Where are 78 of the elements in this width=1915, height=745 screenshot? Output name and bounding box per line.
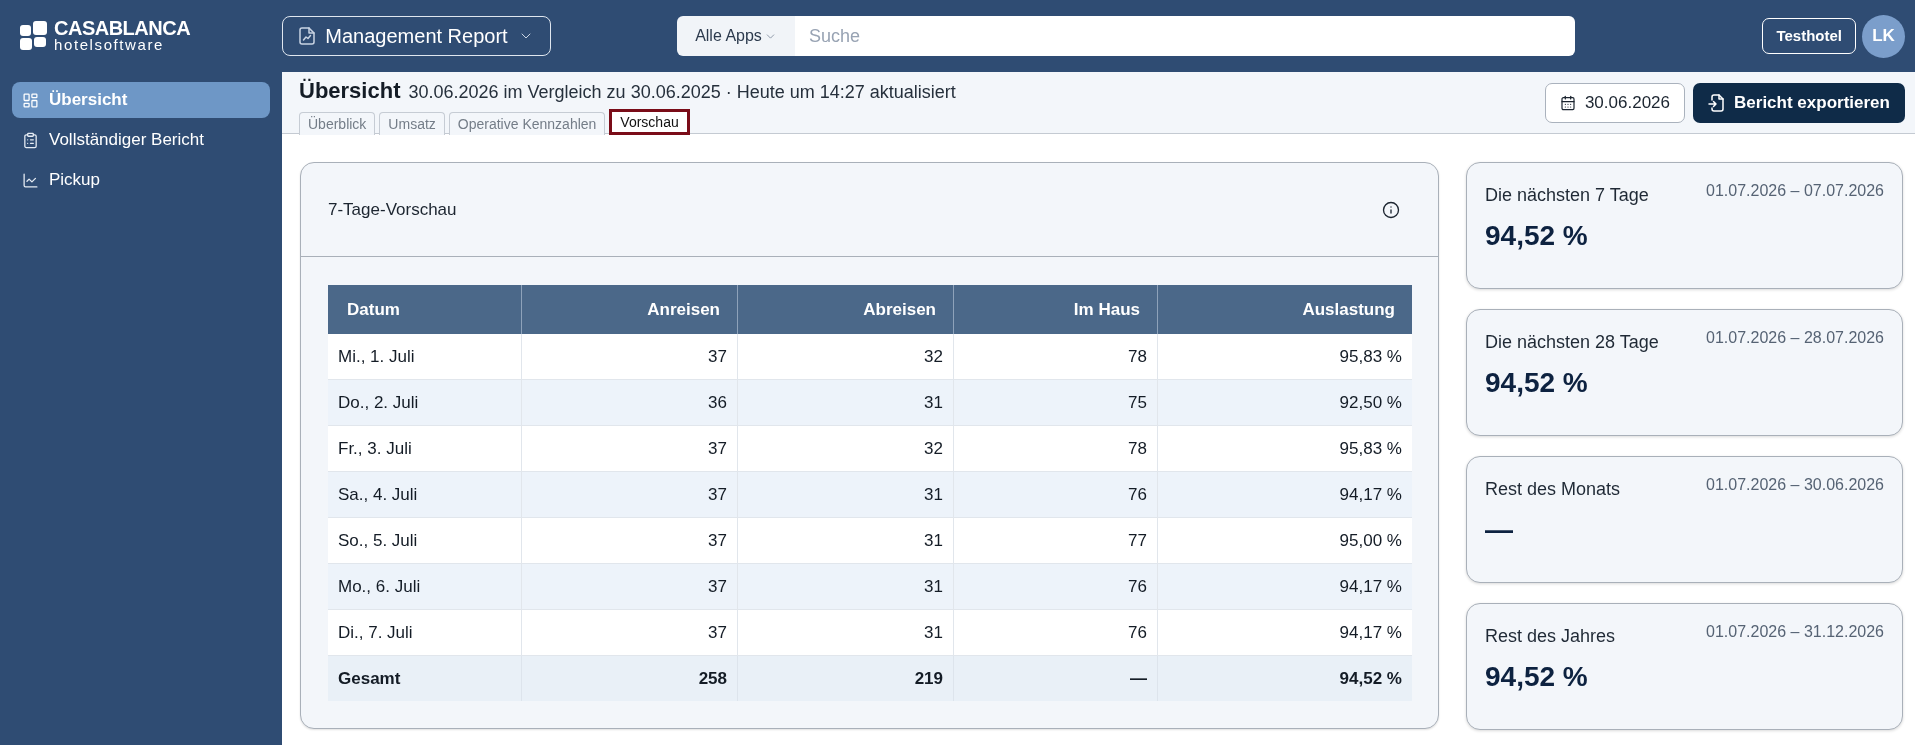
table-cell: 37	[521, 564, 737, 609]
date-range: 01.07.2026 – 28.07.2026	[1706, 328, 1884, 348]
date-range: 01.07.2026 – 07.07.2026	[1706, 181, 1884, 201]
table-cell: 94,17 %	[1157, 564, 1412, 609]
table-cell: 32	[737, 334, 953, 379]
calendar-icon	[1559, 95, 1576, 111]
table-cell: 37	[521, 518, 737, 563]
hotel-button[interactable]: Testhotel	[1762, 18, 1856, 54]
table-cell-text: Mo., 6. Juli	[337, 575, 422, 598]
table-cell: 76	[953, 564, 1157, 609]
table-cell: 219	[737, 656, 953, 701]
table-cell-text: Gesamt	[337, 667, 402, 690]
column-header: Datum	[346, 298, 401, 321]
table-cell: 37	[521, 426, 737, 471]
clipboard-icon	[22, 131, 39, 149]
table-cell: 31	[737, 518, 953, 563]
report-selector[interactable]: Management Report	[282, 16, 551, 56]
page-title: Übersicht	[299, 78, 401, 104]
sidebar-item[interactable]: Vollständiger Bericht	[12, 122, 270, 158]
table-cell: 92,50 %	[1157, 380, 1412, 425]
table-cell: 31	[737, 564, 953, 609]
table-cell: 95,83 %	[1157, 334, 1412, 379]
table-cell: 37	[521, 610, 737, 655]
sidebar-item[interactable]: Pickup	[12, 162, 270, 198]
table-cell: —	[953, 656, 1157, 701]
occupancy-value: 94,52 %	[1485, 661, 1589, 693]
table-cell: 31	[737, 380, 953, 425]
logo-tagline: hotelsoftware	[54, 37, 166, 53]
table-cell-text: Mi., 1. Juli	[337, 345, 416, 368]
scope-dropdown[interactable]: Alle Apps	[677, 16, 795, 56]
tab[interactable]: Umsatz	[379, 112, 445, 135]
table-cell: 77	[953, 518, 1157, 563]
file-export-icon	[1708, 94, 1725, 112]
search-field[interactable]: Suche	[795, 16, 1575, 56]
card-title: Die nächsten 28 Tage	[1485, 331, 1659, 353]
info-icon[interactable]	[1382, 200, 1400, 219]
tab[interactable]: Überblick	[299, 112, 376, 135]
table-cell: 78	[953, 426, 1157, 471]
table-cell: 31	[737, 472, 953, 517]
table-cell: 94,17 %	[1157, 472, 1412, 517]
table-cell: 37	[521, 334, 737, 379]
export-button[interactable]: Bericht exportieren	[1693, 83, 1905, 123]
table-cell: 76	[953, 610, 1157, 655]
dashboard-icon	[22, 91, 39, 109]
table-cell: 36	[521, 380, 737, 425]
table-cell: 32	[737, 426, 953, 471]
table-cell: 95,83 %	[1157, 426, 1412, 471]
card-title: Rest des Monats	[1485, 478, 1621, 500]
table-cell: 95,00 %	[1157, 518, 1412, 563]
table-cell: 37	[521, 472, 737, 517]
occupancy-value: —	[1485, 514, 1514, 546]
date-range: 01.07.2026 – 31.12.2026	[1706, 622, 1884, 642]
table-cell: 78	[953, 334, 1157, 379]
date-picker-button[interactable]: 30.06.2026	[1544, 83, 1685, 123]
occupancy-value: 94,52 %	[1485, 367, 1589, 399]
table-cell-text: Do., 2. Juli	[337, 391, 420, 414]
table-cell: 76	[953, 472, 1157, 517]
card-title: 7-Tage-Vorschau	[328, 198, 457, 221]
line-chart-icon	[22, 171, 39, 189]
file-chart-icon	[299, 27, 316, 45]
logo-icon	[20, 21, 48, 51]
table-cell: 75	[953, 380, 1157, 425]
table-cell: 31	[737, 610, 953, 655]
date-range: 01.07.2026 – 30.06.2026	[1706, 475, 1884, 495]
tab[interactable]: Vorschau	[609, 109, 690, 135]
table-cell: 94,52 %	[1157, 656, 1412, 701]
table-cell-text: Sa., 4. Juli	[337, 483, 419, 506]
table-cell-text: Fr., 3. Juli	[337, 437, 413, 460]
page-subtitle: 30.06.2026 im Vergleich zu 30.06.2025 · Heute um 14:27 aktualisiert	[408, 81, 956, 104]
table-cell-text: So., 5. Juli	[337, 529, 419, 552]
logo-wordmark: CASABLANCA	[54, 19, 191, 37]
table-cell-text: Di., 7. Juli	[337, 621, 414, 644]
table-cell: 94,17 %	[1157, 610, 1412, 655]
tab[interactable]: Operative Kennzahlen	[448, 112, 606, 135]
card-title: Die nächsten 7 Tage	[1485, 184, 1649, 206]
card-title: Rest des Jahres	[1485, 625, 1616, 647]
occupancy-value: 94,52 %	[1485, 220, 1589, 252]
table-cell: 258	[521, 656, 737, 701]
